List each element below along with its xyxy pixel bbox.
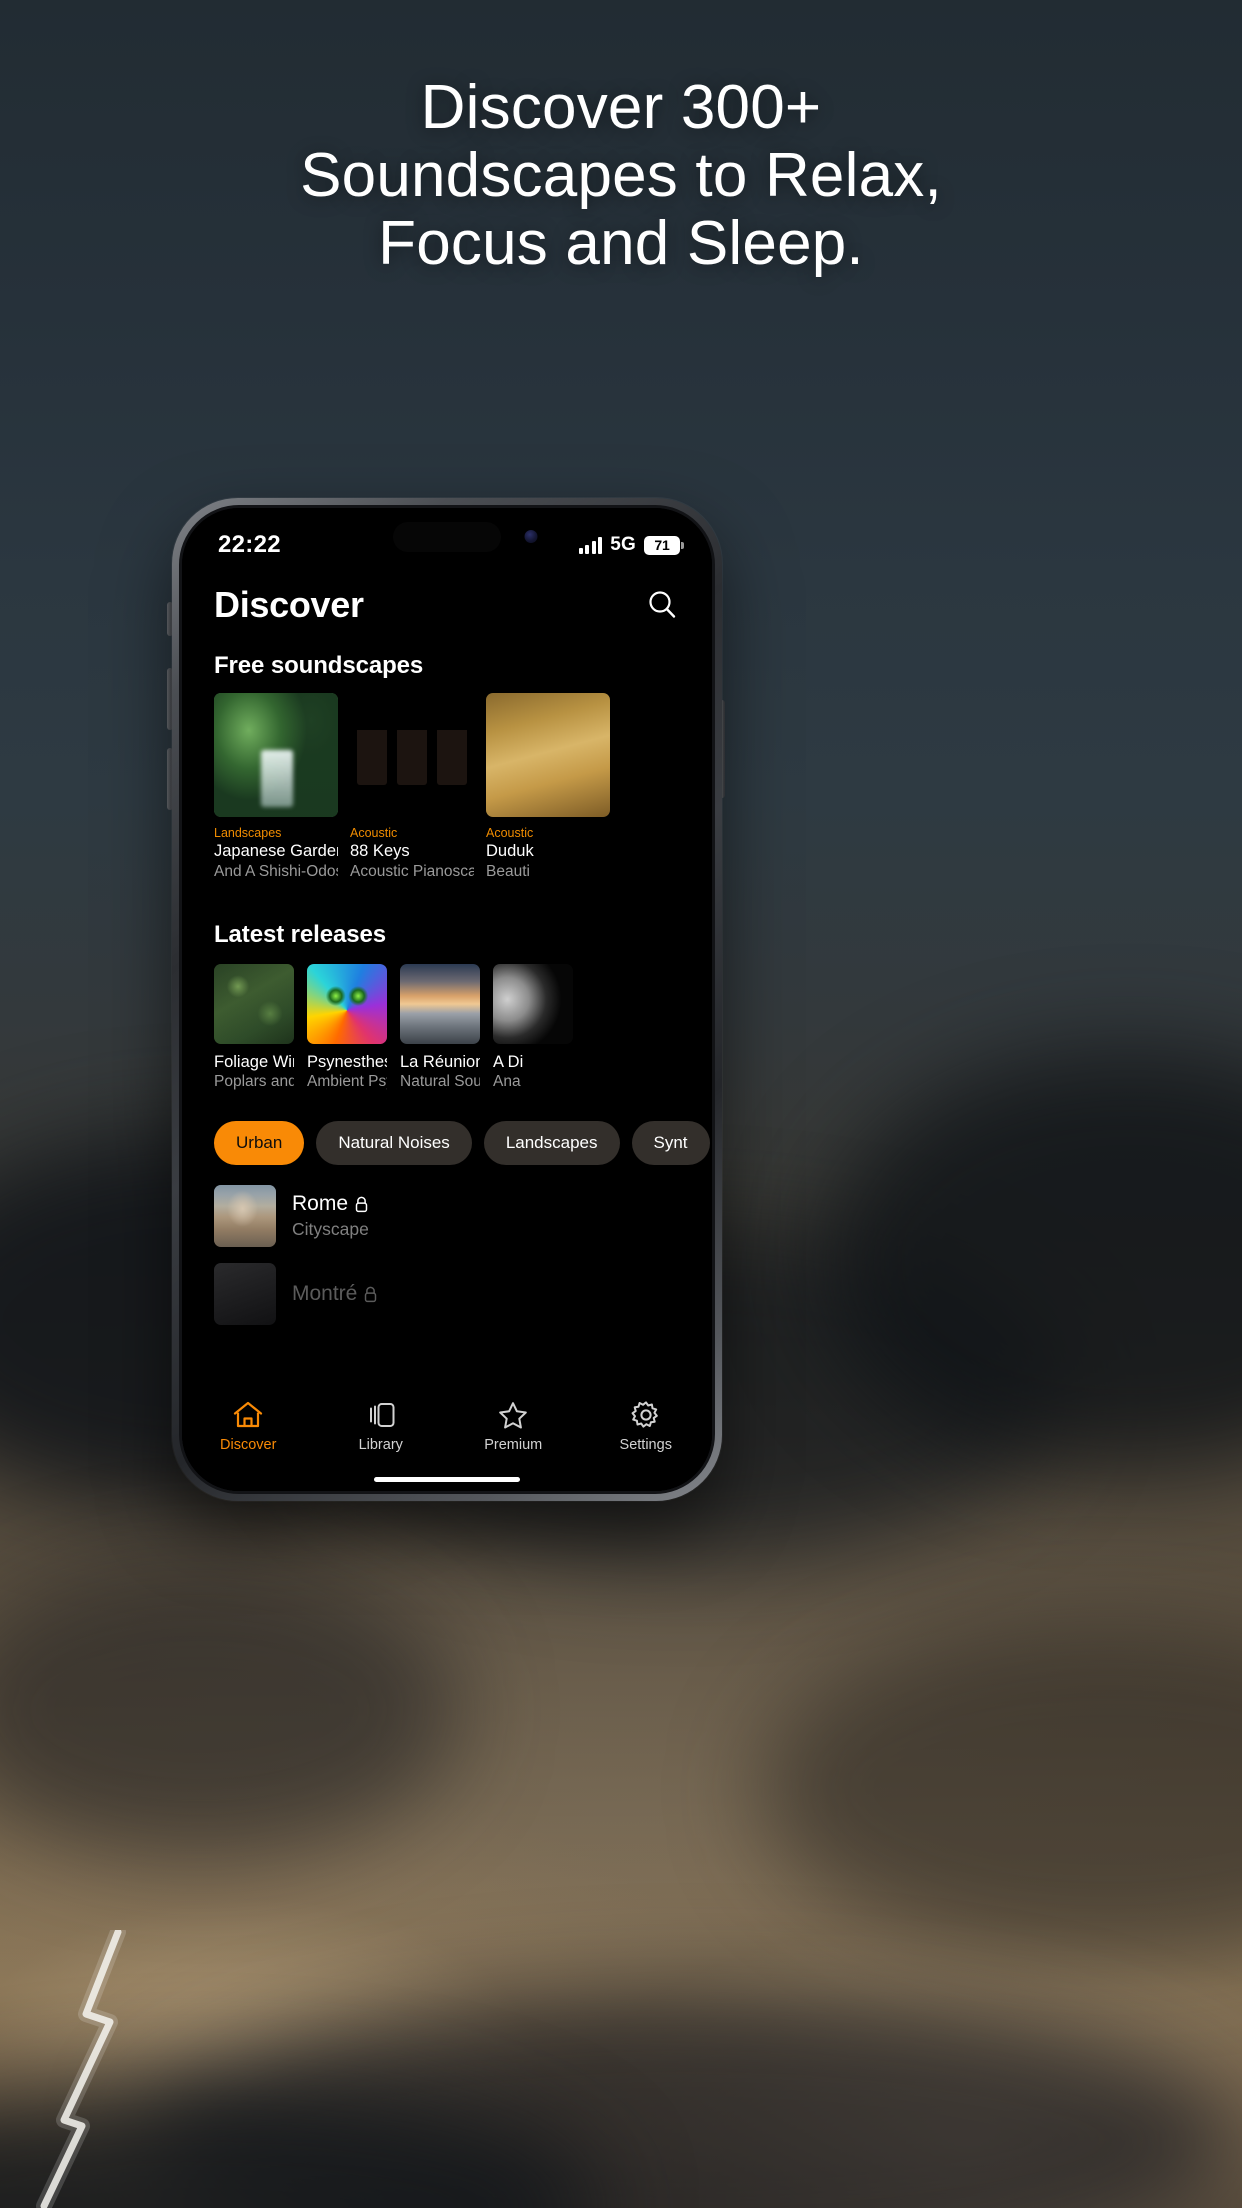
chip-urban[interactable]: Urban: [214, 1121, 305, 1165]
card-category: Acoustic: [350, 826, 398, 840]
tab-library[interactable]: Library: [315, 1399, 448, 1453]
list-item-title: Montré: [292, 1282, 358, 1305]
release-card[interactable]: A Di Ana: [493, 964, 573, 1091]
hero-headline: Discover 300+ Soundscapes to Relax, Focu…: [0, 73, 1242, 279]
card-category: Acoustic: [486, 826, 534, 840]
tab-settings[interactable]: Settings: [580, 1399, 713, 1453]
front-camera-icon: [524, 530, 538, 543]
card-title: Psynesthesia: [307, 1053, 387, 1071]
card-subtitle: Ana: [493, 1073, 521, 1090]
soundscape-list: Rome Cityscape Montré: [182, 1165, 712, 1325]
card-title: Japanese Garden: [214, 842, 338, 860]
headline-line-2: Soundscapes to Relax,: [300, 141, 942, 211]
card-thumbnail: [307, 964, 387, 1044]
cellular-bars-icon: [578, 536, 603, 554]
library-cards-icon: [369, 1403, 395, 1427]
card-subtitle: Ambient Psyt...: [307, 1073, 387, 1090]
list-item-subtitle: Cityscape: [292, 1219, 369, 1239]
list-item[interactable]: Rome Cityscape: [214, 1185, 712, 1247]
card-thumbnail: [214, 693, 338, 817]
soundscape-card[interactable]: Acoustic 88 Keys Acoustic Pianoscape: [350, 693, 474, 881]
page-title: Discover: [214, 584, 364, 625]
tab-label: Library: [358, 1437, 403, 1453]
free-soundscapes-row[interactable]: Landscapes Japanese Garden And A Shishi-…: [182, 693, 712, 881]
cloud-shape: [820, 1050, 1242, 1470]
lightning-icon: [36, 1930, 126, 2208]
card-subtitle: Beauti: [486, 863, 530, 880]
tab-label: Premium: [484, 1437, 543, 1453]
search-button[interactable]: [642, 585, 682, 625]
card-title: 88 Keys: [350, 842, 410, 860]
promo-screenshot: Discover 300+ Soundscapes to Relax, Focu…: [0, 0, 1242, 2208]
lock-icon: [355, 1196, 368, 1212]
cloud-shape: [0, 2080, 600, 2208]
headline-line-1: Discover 300+: [420, 73, 822, 142]
dynamic-island: [393, 522, 501, 552]
list-item-thumbnail: [214, 1263, 276, 1325]
app-screen: 22:22 5G 71 Discover Free soundscapes La…: [182, 508, 712, 1491]
card-category: Landscapes: [214, 826, 282, 840]
bottom-tab-bar[interactable]: Discover Library Premium Settings: [182, 1387, 712, 1491]
card-subtitle: Poplars and B...: [214, 1073, 294, 1090]
section-title-latest-releases: Latest releases: [214, 921, 386, 948]
card-subtitle: Natural Soun...: [400, 1073, 480, 1090]
category-chip-row[interactable]: Urban Natural Noises Landscapes Synt: [182, 1091, 712, 1165]
gear-icon: [631, 1401, 658, 1428]
tab-premium[interactable]: Premium: [447, 1399, 580, 1453]
chip-landscapes[interactable]: Landscapes: [483, 1121, 620, 1165]
card-subtitle: And A Shishi-Odoshi: [214, 863, 338, 880]
phone-mockup: 22:22 5G 71 Discover Free soundscapes La…: [172, 498, 722, 1501]
list-item[interactable]: Montré: [214, 1263, 712, 1325]
list-item-thumbnail: [214, 1185, 276, 1247]
cloud-shape: [0, 1560, 460, 1860]
battery-icon: 71: [644, 535, 684, 555]
latest-releases-row[interactable]: Foliage Wind Poplars and B... Psynesthes…: [182, 964, 712, 1091]
status-time: 22:22: [218, 531, 281, 558]
app-header: Discover: [182, 566, 712, 626]
status-bar: 22:22 5G 71: [182, 508, 712, 566]
card-thumbnail: [350, 693, 474, 817]
search-icon: [649, 591, 676, 618]
phone-bezel: 22:22 5G 71 Discover Free soundscapes La…: [179, 505, 715, 1494]
cloud-shape: [760, 1620, 1242, 1960]
battery-percent-label: 71: [654, 537, 670, 553]
tab-label: Settings: [619, 1437, 672, 1453]
card-title: Duduk: [486, 842, 534, 860]
card-title: A Di: [493, 1053, 524, 1071]
lock-icon: [365, 1286, 377, 1302]
soundscape-card[interactable]: Acoustic Duduk Beauti: [486, 693, 610, 881]
headline-line-3: Focus and Sleep.: [378, 209, 864, 279]
section-title-free-soundscapes: Free soundscapes: [214, 652, 424, 679]
card-title: La Réunion: [400, 1053, 480, 1071]
home-indicator[interactable]: [374, 1477, 520, 1482]
release-card[interactable]: La Réunion Natural Soun...: [400, 964, 480, 1091]
list-item-title: Rome: [292, 1192, 349, 1215]
status-indicators: 5G 71: [578, 534, 684, 556]
cloud-shape: [140, 1990, 1240, 2208]
card-thumbnail: [493, 964, 573, 1044]
chip-natural-noises[interactable]: Natural Noises: [316, 1121, 472, 1165]
network-type-label: 5G: [610, 534, 636, 555]
card-thumbnail: [400, 964, 480, 1044]
tab-discover[interactable]: Discover: [182, 1399, 315, 1453]
chip-synth[interactable]: Synt: [631, 1121, 710, 1165]
card-thumbnail: [214, 964, 294, 1044]
card-subtitle: Acoustic Pianoscape: [350, 863, 474, 880]
soundscape-card[interactable]: Landscapes Japanese Garden And A Shishi-…: [214, 693, 338, 881]
card-thumbnail: [486, 693, 610, 817]
release-card[interactable]: Foliage Wind Poplars and B...: [214, 964, 294, 1091]
star-icon: [499, 1402, 528, 1429]
card-title: Foliage Wind: [214, 1053, 294, 1071]
tab-label: Discover: [220, 1437, 277, 1453]
release-card[interactable]: Psynesthesia Ambient Psyt...: [307, 964, 387, 1091]
home-icon: [234, 1401, 263, 1428]
